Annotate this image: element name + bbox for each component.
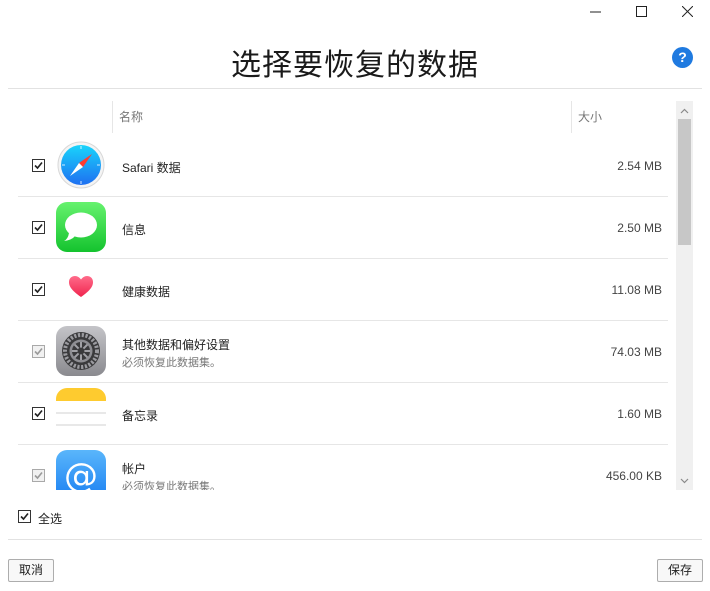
list-item[interactable]: Safari 数据 2.54 MB xyxy=(18,134,668,197)
svg-text:@: @ xyxy=(64,456,98,490)
row-checkbox xyxy=(32,469,45,482)
row-name: 健康数据 xyxy=(122,285,171,299)
safari-icon xyxy=(56,140,106,190)
table-header: 名称 大小 xyxy=(112,101,674,133)
column-header-name[interactable]: 名称 xyxy=(112,101,571,133)
scrollbar-thumb[interactable] xyxy=(678,119,691,245)
row-name: 帐户 xyxy=(122,462,147,476)
row-size: 1.60 MB xyxy=(617,407,662,421)
row-subtitle: 必须恢复此数据集。 xyxy=(122,481,221,490)
row-checkbox[interactable] xyxy=(32,221,45,234)
list-item[interactable]: 健康数据 11.08 MB xyxy=(18,258,668,321)
row-size: 2.54 MB xyxy=(617,159,662,173)
messages-icon xyxy=(56,202,106,252)
health-heart-icon xyxy=(56,264,106,314)
row-checkbox[interactable] xyxy=(32,407,45,420)
select-all-label[interactable]: 全选 xyxy=(38,510,62,527)
list-item[interactable]: 信息 2.50 MB xyxy=(18,196,668,259)
row-checkbox[interactable] xyxy=(32,159,45,172)
row-name: 备忘录 xyxy=(122,409,159,423)
scroll-up-arrow-icon[interactable] xyxy=(676,103,693,119)
settings-gear-icon xyxy=(56,326,106,376)
row-size: 74.03 MB xyxy=(610,345,662,359)
column-header-size[interactable]: 大小 xyxy=(571,101,674,133)
save-button[interactable]: 保存 xyxy=(657,559,703,582)
row-subtitle: 必须恢复此数据集。 xyxy=(122,357,221,369)
row-name: 信息 xyxy=(122,223,147,237)
maximize-icon[interactable] xyxy=(618,0,664,22)
close-icon[interactable] xyxy=(664,0,710,22)
row-name: 其他数据和偏好设置 xyxy=(122,338,231,352)
vertical-scrollbar[interactable] xyxy=(676,101,693,490)
scroll-down-arrow-icon[interactable] xyxy=(676,473,693,489)
accounts-at-icon: @ xyxy=(56,450,106,490)
row-checkbox[interactable] xyxy=(32,283,45,296)
select-all-checkbox[interactable] xyxy=(18,510,31,523)
row-name: Safari 数据 xyxy=(122,161,181,175)
row-size: 11.08 MB xyxy=(611,283,662,297)
cancel-button[interactable]: 取消 xyxy=(8,559,54,582)
list-item[interactable]: @ 帐户 必须恢复此数据集。 456.00 KB xyxy=(18,444,668,490)
help-icon[interactable]: ? xyxy=(672,47,693,68)
divider xyxy=(8,88,702,89)
minimize-icon[interactable] xyxy=(572,0,618,22)
window-controls xyxy=(572,0,710,22)
row-checkbox xyxy=(32,345,45,358)
divider xyxy=(8,539,702,540)
page-title: 选择要恢复的数据 xyxy=(231,48,479,83)
row-size: 2.50 MB xyxy=(617,221,662,235)
notes-icon xyxy=(56,388,106,438)
data-list: Safari 数据 2.54 MB 信息 2.50 MB 健康数据 11.08 … xyxy=(18,134,674,490)
row-size: 456.00 KB xyxy=(605,469,662,483)
list-item[interactable]: 备忘录 1.60 MB xyxy=(18,382,668,445)
list-item[interactable]: 其他数据和偏好设置 必须恢复此数据集。 74.03 MB xyxy=(18,320,668,383)
